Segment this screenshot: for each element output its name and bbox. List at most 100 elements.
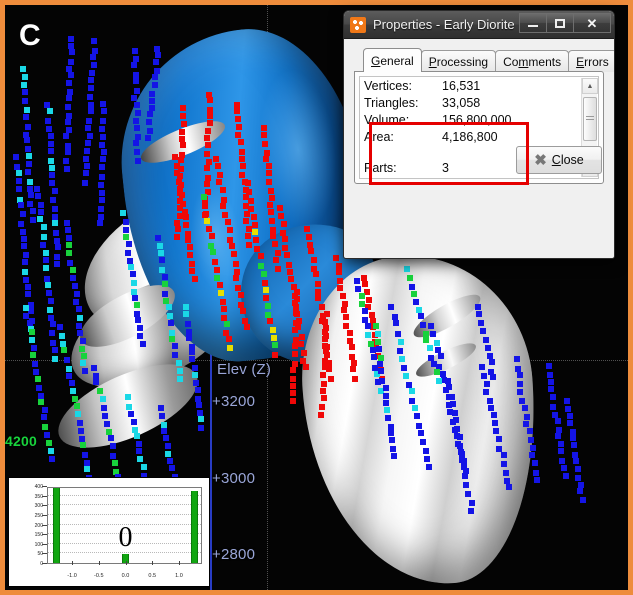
drillhole-sample-point xyxy=(414,413,420,419)
drillhole-sample-point xyxy=(18,202,24,208)
drillhole-sample-point xyxy=(337,285,343,291)
drillhole-sample-point xyxy=(87,94,93,100)
drillhole-sample-point xyxy=(434,340,440,346)
drillhole-sample-point xyxy=(74,291,80,297)
drillhole-sample-point xyxy=(25,124,31,130)
minimize-button[interactable] xyxy=(519,13,547,33)
drillhole-sample-point xyxy=(273,257,279,263)
scroll-up-arrow-icon[interactable]: ▲ xyxy=(582,78,598,94)
drillhole-sample-point xyxy=(420,322,426,328)
property-row[interactable]: Triangles: 33,058 xyxy=(360,94,598,111)
drillhole-sample-point xyxy=(238,139,244,145)
drillhole-sample-point xyxy=(99,126,105,132)
property-row[interactable]: Area: 4,186,800 xyxy=(360,128,598,145)
property-row[interactable]: Vertices: 16,531 xyxy=(360,77,598,94)
drillhole-sample-point xyxy=(263,156,269,162)
drillhole-sample-point xyxy=(24,137,30,143)
drillhole-sample-point xyxy=(235,116,241,122)
histogram-y-tick-label: 400 xyxy=(34,484,43,490)
drillhole-sample-point xyxy=(131,95,137,101)
drillhole-sample-point xyxy=(324,311,330,317)
drillhole-sample-point xyxy=(22,89,28,95)
scene-label-2800: +2800 xyxy=(212,546,256,563)
drillhole-sample-point xyxy=(220,299,226,305)
scene-label-elev-z: Elev (Z) xyxy=(217,361,272,378)
drillhole-sample-point xyxy=(149,98,155,104)
drillhole-sample-point xyxy=(46,440,52,446)
drillhole-sample-point xyxy=(88,85,94,91)
drillhole-sample-point xyxy=(246,242,252,248)
tab-general[interactable]: General xyxy=(363,48,422,72)
drillhole-sample-point xyxy=(245,233,251,239)
drillhole-sample-point xyxy=(73,299,79,305)
property-value: 4,186,800 xyxy=(442,129,498,144)
drillhole-sample-point xyxy=(179,192,185,198)
property-key: Parts: xyxy=(364,160,397,175)
drillhole-sample-point xyxy=(123,234,129,240)
drillhole-sample-point xyxy=(180,201,186,207)
drillhole-sample-point xyxy=(32,361,38,367)
scene-label-3000: +3000 xyxy=(212,470,256,487)
property-value: 3 xyxy=(442,160,449,175)
drillhole-sample-point xyxy=(457,443,463,449)
drillhole-sample-point xyxy=(135,110,141,116)
dialog-titlebar[interactable]: Properties - Early Diorite ✕ xyxy=(344,11,614,39)
drillhole-sample-point xyxy=(24,107,30,113)
close-window-button[interactable]: ✕ xyxy=(573,13,611,33)
drillhole-sample-point xyxy=(75,411,81,417)
scrollbar-thumb[interactable] xyxy=(583,97,597,141)
drillhole-sample-point xyxy=(100,134,106,140)
tab-errors[interactable]: Errors xyxy=(568,50,614,72)
drillhole-sample-point xyxy=(66,80,72,86)
drillhole-sample-point xyxy=(100,101,106,107)
property-row[interactable]: Volume: 156,800,000 xyxy=(360,111,598,128)
drillhole-sample-point xyxy=(99,190,105,196)
drillhole-sample-point xyxy=(388,430,394,436)
scene-label-3200: +3200 xyxy=(212,393,256,410)
properties-dialog[interactable]: Properties - Early Diorite ✕ General Proc… xyxy=(343,10,615,259)
drillhole-sample-point xyxy=(530,445,536,451)
drillhole-sample-point xyxy=(145,135,151,141)
drillhole-sample-point xyxy=(449,394,455,400)
histogram-inset-chart[interactable]: 0 50 100 150 200 250 300 350 400 -1.0 -0.5 0.0 0.5 1… xyxy=(8,477,210,587)
drillhole-sample-point xyxy=(235,285,241,291)
drillhole-sample-point xyxy=(189,268,195,274)
drillhole-sample-point xyxy=(57,324,63,330)
drillhole-sample-point xyxy=(226,336,232,342)
close-button[interactable]: ✖ Close xyxy=(516,146,602,174)
drillhole-sample-point xyxy=(420,439,426,445)
drillhole-sample-point xyxy=(27,179,33,185)
drillhole-sample-point xyxy=(16,178,22,184)
drillhole-sample-point xyxy=(52,347,58,353)
tab-processing[interactable]: Processing xyxy=(420,50,497,72)
drillhole-sample-point xyxy=(100,156,106,162)
drillhole-sample-point xyxy=(37,216,43,222)
drillhole-sample-point xyxy=(167,458,173,464)
drillhole-sample-point xyxy=(496,436,502,442)
drillhole-sample-point xyxy=(423,337,429,343)
drillhole-sample-point xyxy=(23,277,29,283)
drillhole-sample-point xyxy=(20,66,26,72)
drillhole-sample-point xyxy=(239,172,245,178)
drillhole-sample-point xyxy=(217,282,223,288)
drillhole-sample-point xyxy=(550,394,556,400)
drillhole-sample-point xyxy=(362,281,368,287)
tab-comments[interactable]: Co m ments xyxy=(495,50,570,72)
drillhole-sample-point xyxy=(23,114,29,120)
maximize-button[interactable] xyxy=(546,13,574,33)
drillhole-sample-point xyxy=(181,121,187,127)
drillhole-sample-point xyxy=(457,434,463,440)
drillhole-sample-point xyxy=(323,325,329,331)
drillhole-sample-point xyxy=(183,311,189,317)
drillhole-sample-point xyxy=(266,170,272,176)
host-rock-surface-main[interactable] xyxy=(293,247,547,590)
drillhole-sample-point xyxy=(49,330,55,336)
drillhole-sample-point xyxy=(125,394,131,400)
drillhole-sample-point xyxy=(132,48,138,54)
drillhole-sample-point xyxy=(216,179,222,185)
drillhole-sample-point xyxy=(91,365,97,371)
histogram-y-tick-label: 100 xyxy=(34,541,43,548)
dialog-body: General Processing Co m ments Errors Vertices… xyxy=(344,39,614,184)
drillhole-sample-point xyxy=(207,97,213,103)
drillhole-sample-point xyxy=(378,368,384,374)
